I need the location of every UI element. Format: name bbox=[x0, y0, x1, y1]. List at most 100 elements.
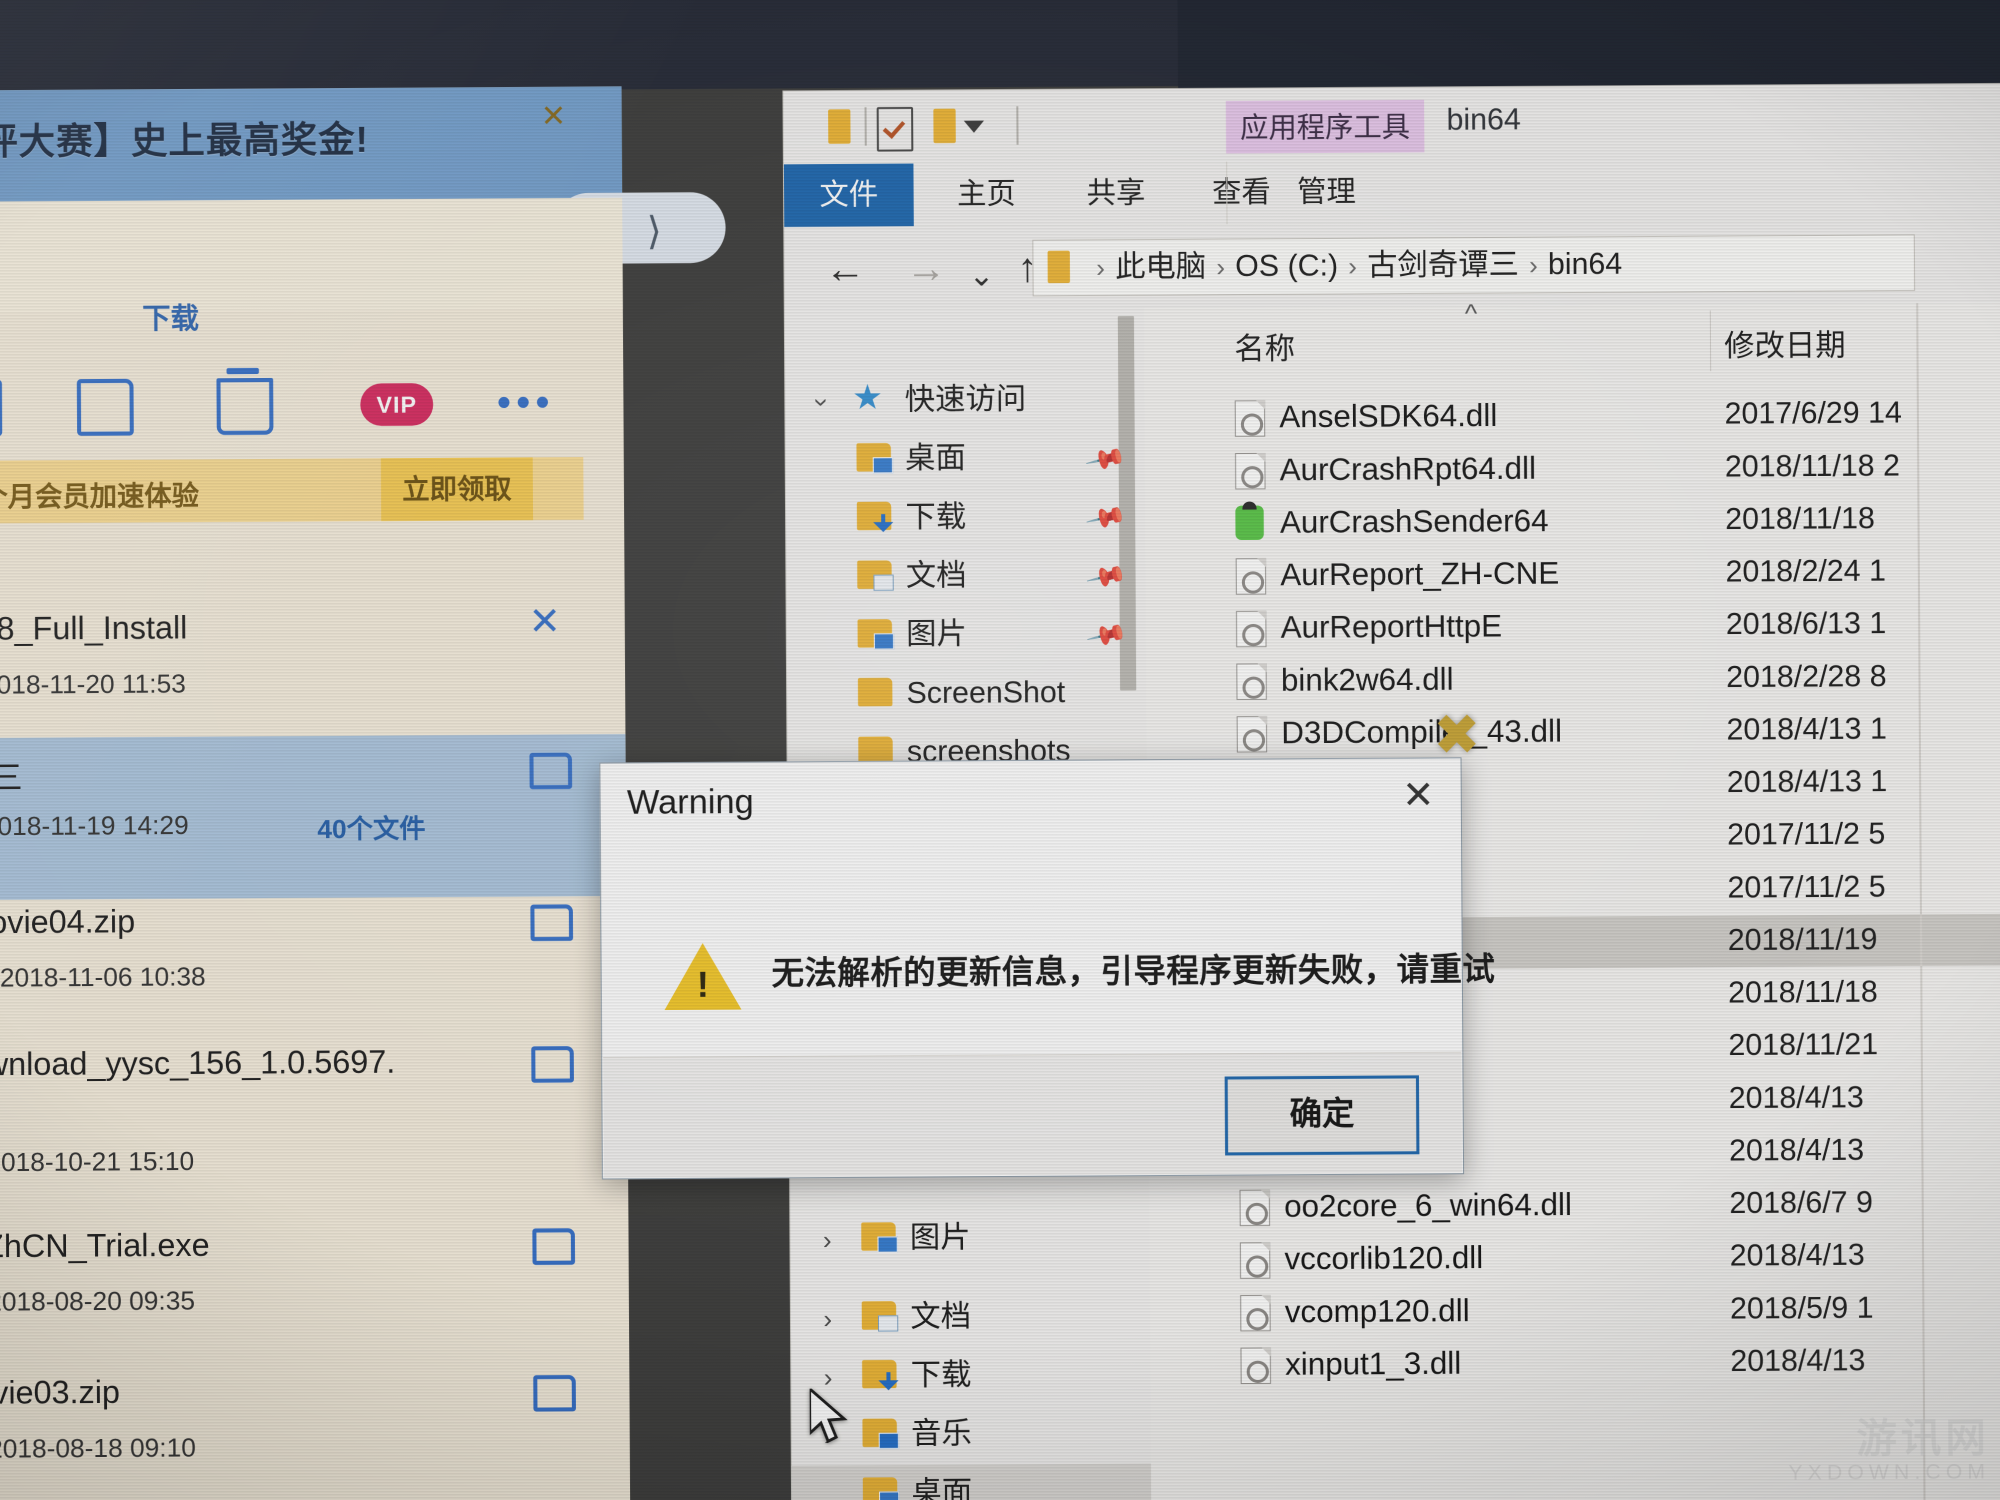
exe-icon bbox=[1235, 558, 1267, 595]
close-icon[interactable]: ✕ bbox=[1402, 773, 1435, 819]
folder-icon[interactable] bbox=[76, 378, 134, 436]
tab-home[interactable]: 主页 bbox=[926, 163, 1048, 226]
breadcrumb-item[interactable]: 此电脑 bbox=[1115, 250, 1206, 284]
pin-icon[interactable]: 📌 bbox=[1084, 496, 1128, 540]
breadcrumb-item[interactable]: 古剑奇谭三 bbox=[1367, 248, 1519, 282]
download-list-item[interactable]: 3_movie04.zip 5 MB 2018-11-06 10:38 bbox=[0, 886, 627, 1052]
sidebar-item-label: 图片 bbox=[906, 617, 968, 652]
pin-icon[interactable]: 📌 bbox=[1084, 437, 1128, 481]
sidebar-item-documents-tree[interactable]: › 文档 bbox=[791, 1287, 1151, 1346]
table-row[interactable]: AurCrashSender64 2018/11/18 bbox=[1146, 493, 2000, 550]
chevron-right-icon[interactable]: › bbox=[823, 1304, 832, 1335]
breadcrumb-item[interactable]: bin64 bbox=[1548, 247, 1622, 281]
file-date: 2018/5/9 1 bbox=[1729, 1291, 1874, 1326]
open-folder-icon[interactable] bbox=[529, 752, 573, 790]
pin-icon[interactable]: 📌 bbox=[1084, 555, 1129, 599]
breadcrumb-item[interactable]: OS (C:) bbox=[1235, 249, 1338, 283]
more-icon[interactable]: ••• bbox=[497, 380, 555, 425]
chevron-right-icon[interactable]: › bbox=[823, 1225, 832, 1256]
table-row[interactable]: AurReport_ZH-CNE 2018/2/24 1 bbox=[1147, 545, 2000, 602]
file-date: 2018/11/19 bbox=[1727, 922, 1878, 958]
download-list-item[interactable]: 奇谭三 GB 2018-11-19 14:29 40个文件 bbox=[0, 734, 627, 901]
chevron-right-icon[interactable]: › bbox=[824, 1421, 833, 1452]
column-header-name[interactable]: 名称 bbox=[1234, 323, 1295, 368]
trash-icon[interactable] bbox=[216, 377, 274, 435]
sidebar-item-desktop[interactable]: 桌面 📌 bbox=[786, 429, 1146, 488]
arrow-left-icon[interactable]: ← bbox=[825, 247, 866, 292]
customize-caret-icon[interactable] bbox=[963, 120, 985, 133]
table-row[interactable]: oo2core_6_win64.dll 2018/6/7 9 bbox=[1150, 1177, 2000, 1234]
tab-downloads[interactable]: 下载 bbox=[142, 296, 199, 337]
new-folder-icon[interactable] bbox=[933, 108, 956, 144]
download-list-item[interactable]: _movie03.zip MB 2018-08-18 09:10 bbox=[0, 1356, 630, 1500]
arrow-right-icon[interactable]: → bbox=[906, 246, 947, 291]
file-date: 2018/4/13 1 bbox=[1726, 764, 1888, 800]
download-meta: MB 2018-10-21 15:10 bbox=[0, 1145, 195, 1178]
download-list-item[interactable]: T3_ZhCN_Trial.exe MB 2018-08-20 09:35 bbox=[0, 1210, 629, 1376]
file-date: 2017/11/2 5 bbox=[1727, 817, 1886, 852]
sidebar-item-screenshot[interactable]: ScreenShot bbox=[787, 664, 1147, 723]
sidebar-item-label: ScreenShot bbox=[906, 675, 1066, 711]
table-row[interactable]: vccorlib120.dll 2018/4/13 bbox=[1151, 1229, 2000, 1286]
table-row[interactable]: AnselSDK64.dll 2017/6/29 14 bbox=[1146, 388, 2000, 445]
chevron-right-icon[interactable]: ⟩ bbox=[647, 209, 662, 255]
sidebar-item-downloads-tree[interactable]: › 下载 bbox=[791, 1346, 1151, 1405]
contextual-tab-application-tools[interactable]: 应用程序工具 bbox=[1225, 99, 1425, 154]
table-row[interactable]: AurReportHttpE 2018/6/13 1 bbox=[1147, 598, 2000, 655]
download-list-item[interactable]: cDownload_yysc_156_1.0.5697. exe MB 2018… bbox=[0, 1028, 628, 1194]
file-date: 2018/6/13 1 bbox=[1725, 606, 1887, 642]
star-icon: ★ bbox=[851, 378, 884, 417]
table-row[interactable]: xinput1_3.dll 2018/4/13 bbox=[1151, 1335, 2000, 1392]
sidebar-item-quick-access[interactable]: › ★ 快速访问 bbox=[785, 371, 1145, 430]
sidebar-item-music-tree[interactable]: › 音乐 bbox=[791, 1405, 1151, 1464]
sidebar-item-label: 桌面 bbox=[905, 441, 966, 476]
remove-download-icon[interactable]: ✕ bbox=[528, 599, 561, 645]
vip-badge-icon[interactable]: VIP bbox=[360, 383, 434, 427]
open-folder-icon[interactable] bbox=[531, 1046, 574, 1083]
download-list-item[interactable]: _1.6.8_Full_Install GB 2018-11-20 11:53 … bbox=[0, 592, 626, 758]
table-row[interactable]: vcomp120.dll 2018/5/9 1 bbox=[1151, 1282, 2000, 1339]
download-manager-window: 影评大赛】史上最高奖金! ⟨ ⟩ 下载 VIP ••• 1-12个月会员加速体验… bbox=[0, 86, 726, 1500]
dll-icon bbox=[1236, 715, 1268, 753]
ok-button[interactable]: 确定 bbox=[1224, 1075, 1420, 1156]
open-folder-icon[interactable] bbox=[532, 1228, 576, 1265]
claim-now-button[interactable]: 立即领取 bbox=[380, 457, 534, 522]
chevron-down-icon[interactable]: › bbox=[806, 398, 837, 407]
pin-icon[interactable]: 📌 bbox=[1085, 614, 1129, 658]
breadcrumb[interactable]: › 此电脑 › OS (C:) › 古剑奇谭三 › bin64 bbox=[1032, 234, 1916, 297]
caret-up-icon[interactable]: ^ bbox=[1465, 298, 1478, 329]
properties-checkbox-icon[interactable] bbox=[876, 106, 914, 152]
chevron-right-icon[interactable]: › bbox=[824, 1362, 833, 1393]
sidebar-item-downloads[interactable]: 下载 📌 bbox=[786, 488, 1146, 547]
sidebar-item-documents[interactable]: 文档 📌 bbox=[786, 547, 1146, 606]
sidebar-item-label: 音乐 bbox=[910, 1417, 972, 1451]
close-promo-icon[interactable]: ✕ bbox=[541, 99, 567, 135]
sidebar-item-desktop-tree[interactable]: 桌面 bbox=[791, 1463, 1152, 1500]
folder-icon bbox=[857, 677, 893, 707]
open-folder-icon[interactable] bbox=[530, 904, 574, 942]
file-name: D3DCompiler_43.dll bbox=[1281, 713, 1563, 751]
folder-icon[interactable] bbox=[828, 109, 851, 144]
document-icon[interactable] bbox=[0, 379, 3, 437]
download-meta: MB 2018-08-18 09:10 bbox=[0, 1431, 196, 1464]
file-count-link[interactable]: 40个文件 bbox=[317, 808, 425, 846]
column-divider[interactable] bbox=[1709, 310, 1712, 372]
open-folder-icon[interactable] bbox=[533, 1374, 576, 1412]
table-row[interactable]: AurCrashRpt64.dll 2018/11/18 2 bbox=[1146, 440, 2000, 497]
downloads-folder-icon bbox=[862, 1359, 897, 1389]
promo-banner[interactable]: 影评大赛】史上最高奖金! bbox=[0, 86, 623, 202]
column-header-date[interactable]: 修改日期 bbox=[1724, 320, 1846, 365]
tab-share[interactable]: 共享 bbox=[1055, 162, 1177, 225]
table-row[interactable]: bink2w64.dll 2018/2/28 8 bbox=[1147, 651, 2000, 708]
tab-file[interactable]: 文件 bbox=[783, 163, 914, 228]
sidebar-item-pictures-tree[interactable]: › 图片 bbox=[790, 1209, 1150, 1268]
tab-manage[interactable]: 管理 bbox=[1226, 160, 1426, 225]
ribbon-tabs: 文件 主页 共享 查看 管理 bbox=[783, 156, 2000, 229]
sidebar-item-pictures[interactable]: 图片 📌 bbox=[787, 605, 1147, 664]
membership-promo-bar: 1-12个月会员加速体验 立即领取 bbox=[0, 457, 584, 524]
table-row[interactable]: D3DCompiler_43.dll 2018/4/13 1 bbox=[1148, 703, 2000, 760]
chevron-down-icon[interactable]: ⌄ bbox=[969, 256, 995, 297]
file-name: AurReport_ZH-CNE bbox=[1280, 555, 1560, 593]
breadcrumb-sep: › bbox=[1096, 252, 1106, 283]
sidebar-item-label: 文档 bbox=[910, 1299, 972, 1334]
